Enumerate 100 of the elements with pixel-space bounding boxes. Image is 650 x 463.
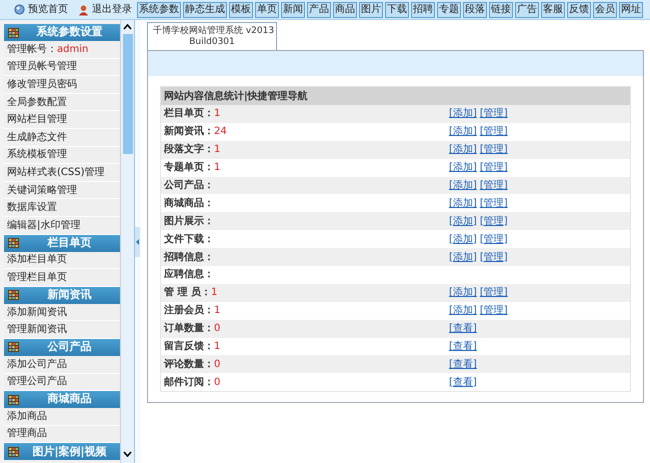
sidebar-item[interactable]: 管理帐号：admin [4,41,120,59]
tab-subtitle: Build0301 [188,37,236,48]
sidebar-item[interactable]: 添加公司产品 [4,356,120,374]
nav-button[interactable]: 客服 [541,2,565,18]
sidebar-item[interactable]: 关键词策略管理 [4,182,120,200]
stat-value: 1 [210,286,218,300]
stat-label: 注册会员： [164,303,214,318]
table-link[interactable]: [添加] [449,142,477,158]
table-link[interactable]: [添加] [449,124,477,140]
scroll-thumb[interactable] [122,34,132,154]
table-link[interactable]: [添加] [449,250,477,265]
nav-button[interactable]: 商品 [333,2,357,18]
nav-button[interactable]: 模板 [229,2,253,18]
page-tab[interactable]: 千博学校网站管理系统 v2013 Build0301 [147,22,277,50]
stat-label: 图片展示： [164,214,214,229]
section-title: 栏目单页 [46,234,92,251]
table-link[interactable]: [管理] [480,178,508,193]
section-header[interactable]: 图片|案例|视频 [4,443,120,460]
table-link[interactable]: [管理] [480,160,508,176]
nav-button[interactable]: 图片 [359,2,383,18]
table-link[interactable]: [查看] [449,321,477,336]
sidebar-item[interactable]: 全局参数配置 [4,94,120,112]
nav-button[interactable]: 单页 [255,2,279,18]
stat-value: 1 [214,143,220,158]
table-link[interactable]: [添加] [449,303,477,318]
table-link[interactable]: [管理] [480,124,508,140]
nav-button[interactable]: 招聘 [411,2,435,18]
nav-button[interactable]: 新闻 [281,2,305,18]
nav-button[interactable]: 段落 [463,2,487,18]
stat-label: 文件下载： [164,232,214,247]
nav-button[interactable]: 系统参数 [137,2,181,18]
table-link[interactable]: [添加] [449,160,477,176]
tab-title: 千博学校网站管理系统 v2013 [153,26,271,37]
table-link[interactable]: [添加] [449,214,477,229]
nav-button[interactable]: 链接 [489,2,513,18]
section-title: 公司产品 [46,339,92,356]
table-link[interactable]: [管理] [480,303,508,318]
top-link[interactable]: 预览首页 [14,2,68,17]
sidebar-item[interactable]: 管理新闻资讯 [4,321,120,339]
sidebar-item[interactable]: 管理公司产品 [4,374,120,392]
grid-icon [8,28,19,38]
table-heading: 网站内容信息统计|快捷管理导航 [161,87,630,105]
nav-button[interactable]: 专题 [437,2,461,18]
stat-value: 0 [214,358,220,372]
stat-value: 1 [214,304,220,318]
section-title: 商城商品 [46,391,92,408]
sidebar-item[interactable]: 添加栏目单页 [4,252,120,270]
table-link[interactable]: [添加] [449,285,477,300]
sidebar-item[interactable]: 管理栏目单页 [4,269,120,287]
table-link[interactable]: [查看] [449,374,477,390]
table-link[interactable]: [添加] [449,178,477,193]
scroll-up-icon[interactable] [123,24,132,30]
sidebar-item[interactable]: 网站栏目管理 [4,111,120,129]
sidebar-item[interactable]: 管理员帐号管理 [4,58,120,76]
collapse-handle-icon[interactable] [135,226,140,256]
nav-button[interactable]: 反馈 [567,2,591,18]
stat-label: 商城商品： [164,196,214,211]
grid-icon [8,446,19,457]
stat-value: 1 [214,107,220,122]
table-link[interactable]: [管理] [480,250,508,265]
table-link[interactable]: [添加] [449,232,477,247]
sidebar-item[interactable]: 修改管理员密码 [4,76,120,94]
table-link[interactable]: [管理] [480,106,508,122]
nav-button[interactable]: 静态生成 [183,2,227,18]
table-link[interactable]: [管理] [480,232,508,247]
nav-button[interactable]: 广告 [515,2,539,18]
table-link[interactable]: [管理] [480,214,508,229]
stat-label: 栏目单页： [164,106,214,122]
sidebar-item[interactable]: 网站样式表(CSS)管理 [4,164,120,182]
section-title: 新闻资讯 [46,286,92,303]
sidebar-item[interactable]: 添加新闻资讯 [4,304,120,322]
stat-value: 1 [214,161,220,176]
stat-label: 专题单页： [164,160,214,176]
nav-button[interactable]: 会员 [593,2,617,18]
sidebar-item[interactable]: 系统模板管理 [4,146,120,164]
table-link[interactable]: [管理] [480,285,508,300]
table-link[interactable]: [查看] [449,339,477,354]
sidebar-item[interactable]: 编辑器|水印管理 [4,216,120,235]
top-link[interactable]: 退出登录 [78,2,132,17]
section-title: 图片|案例|视频 [31,444,108,460]
nav-button[interactable]: 下载 [385,2,409,18]
scrollbar[interactable] [121,20,135,463]
section-header[interactable]: 公司产品 [4,338,120,356]
grid-icon [8,342,19,352]
account-name: admin [57,42,88,57]
grid-icon [8,290,19,300]
table-link[interactable]: [管理] [480,142,508,158]
sidebar-item[interactable]: 添加商品 [4,408,120,426]
stat-label: 邮件订阅： [164,376,214,390]
sidebar-item[interactable]: 生成静态文件 [4,128,120,147]
globe-icon [14,4,25,15]
sidebar-item[interactable]: 管理商品 [4,426,120,444]
scroll-down-icon[interactable] [123,451,132,457]
table-link[interactable]: [添加] [449,106,477,122]
table-link[interactable]: [管理] [480,196,508,211]
nav-button[interactable]: 网址 [619,2,643,18]
table-link[interactable]: [添加] [449,196,477,211]
table-link[interactable]: [查看] [449,356,477,372]
nav-button[interactable]: 产品 [307,2,331,18]
sidebar-item[interactable]: 数据库设置 [4,199,120,217]
